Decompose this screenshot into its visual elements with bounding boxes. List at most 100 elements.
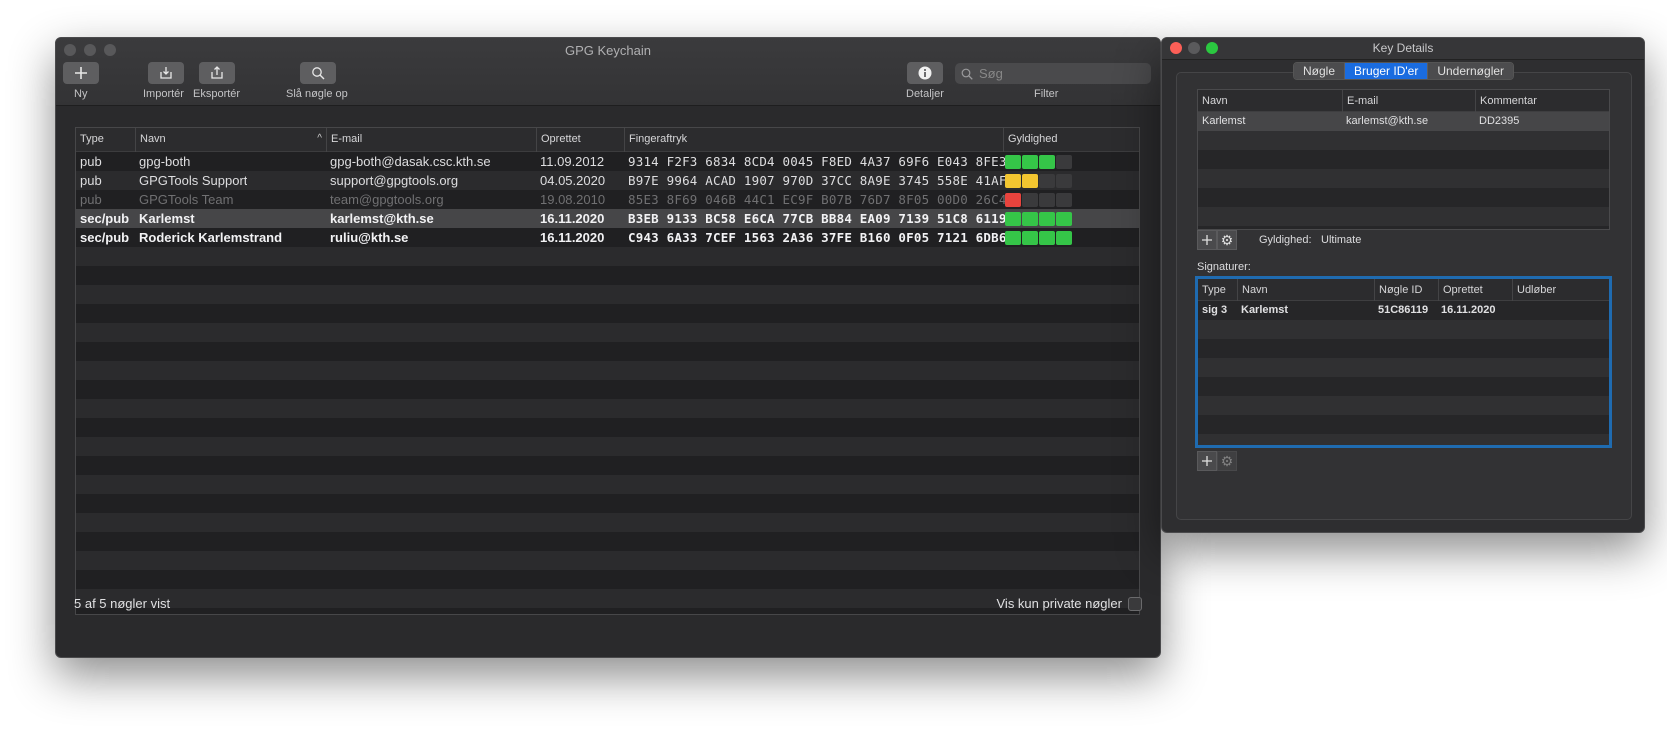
validity-indicator xyxy=(1005,174,1072,188)
column-header-created[interactable]: Oprettet xyxy=(1438,279,1512,301)
empty-row xyxy=(1198,320,1609,339)
search-input[interactable] xyxy=(979,66,1139,81)
keys-table[interactable]: Type Navn ^ E-mail Oprettet Fingeraftryk … xyxy=(75,127,1140,615)
cell-fingerprint: C943 6A33 7CEF 1563 2A36 37FE B160 0F05 … xyxy=(628,230,1007,245)
empty-row xyxy=(76,513,1139,532)
table-row[interactable]: pub GPGTools Team team@gpgtools.org 19.0… xyxy=(76,190,1139,209)
window-title: GPG Keychain xyxy=(565,43,651,58)
validity-segment xyxy=(1056,193,1072,207)
new-key-button[interactable] xyxy=(63,62,99,84)
table-row[interactable]: sec/pub Roderick Karlemstrand ruliu@kth.… xyxy=(76,228,1139,247)
table-row[interactable]: Karlemst karlemst@kth.se DD2395 xyxy=(1198,112,1609,131)
plus-icon xyxy=(1202,235,1212,245)
column-header-key-id[interactable]: Nøgle ID xyxy=(1374,279,1438,301)
add-signature-button[interactable] xyxy=(1197,451,1217,471)
column-header-validity[interactable]: Gyldighed xyxy=(1003,128,1139,152)
validity-segment xyxy=(1005,155,1021,169)
validity-segment xyxy=(1056,212,1072,226)
empty-row xyxy=(76,247,1139,266)
cell-fingerprint: 85E3 8F69 046B 44C1 EC9F B07B 76D7 8F05 … xyxy=(628,192,1007,207)
validity-segment xyxy=(1005,231,1021,245)
empty-row xyxy=(76,380,1139,399)
empty-row xyxy=(1198,131,1609,150)
user-id-table[interactable]: Navn E-mail Kommentar Karlemst karlemst@… xyxy=(1197,89,1610,230)
magnifier-icon xyxy=(312,67,325,80)
cell-created: 16.11.2020 xyxy=(540,211,605,226)
key-count-status: 5 af 5 nøgler vist xyxy=(74,596,171,611)
info-icon xyxy=(918,66,932,80)
validity-value: Ultimate xyxy=(1321,234,1362,246)
empty-row xyxy=(76,494,1139,513)
details-button[interactable] xyxy=(907,62,943,84)
lookup-key-button[interactable] xyxy=(300,62,336,84)
cell-created: 19.08.2010 xyxy=(540,192,606,207)
column-header-name-label: Navn xyxy=(140,133,166,145)
validity-indicator xyxy=(1005,155,1072,169)
empty-row xyxy=(76,266,1139,285)
empty-row xyxy=(76,399,1139,418)
search-icon xyxy=(961,68,973,80)
signature-actions-button[interactable]: ⚙ xyxy=(1217,451,1237,471)
plus-icon xyxy=(1202,456,1212,466)
keys-table-body: pub gpg-both gpg-both@dasak.csc.kth.se 1… xyxy=(76,152,1139,614)
validity-segment xyxy=(1022,174,1038,188)
import-button[interactable] xyxy=(148,62,184,84)
cell-name: GPGTools Team xyxy=(139,192,234,207)
column-header-fingerprint[interactable]: Fingeraftryk xyxy=(624,128,1003,152)
search-field[interactable] xyxy=(955,63,1151,84)
key-details-window: Key Details Nøgle Bruger ID'er Undernøgl… xyxy=(1161,37,1645,533)
private-only-checkbox[interactable] xyxy=(1128,596,1142,611)
empty-row xyxy=(1198,358,1609,377)
table-row[interactable]: pub gpg-both gpg-both@dasak.csc.kth.se 1… xyxy=(76,152,1139,171)
column-header-type[interactable]: Type xyxy=(76,128,135,152)
tab-user-ids[interactable]: Bruger ID'er xyxy=(1344,63,1428,79)
empty-row xyxy=(76,342,1139,361)
export-button[interactable] xyxy=(199,62,235,84)
cell-email: ruliu@kth.se xyxy=(330,230,409,245)
validity-segment xyxy=(1022,193,1038,207)
cell-fingerprint: B97E 9964 ACAD 1907 970D 37CC 8A9E 3745 … xyxy=(628,173,1007,188)
empty-row xyxy=(76,475,1139,494)
column-header-name[interactable]: Navn xyxy=(1237,279,1374,301)
validity-segment xyxy=(1039,174,1055,188)
empty-row xyxy=(76,418,1139,437)
column-header-email[interactable]: E-mail xyxy=(1342,90,1475,112)
column-header-email[interactable]: E-mail xyxy=(326,128,536,152)
tab-subkeys[interactable]: Undernøgler xyxy=(1427,63,1514,79)
table-row[interactable]: sig 3 Karlemst 51C86119 16.11.2020 xyxy=(1198,301,1609,320)
new-key-label: Ny xyxy=(74,88,88,100)
column-header-created[interactable]: Oprettet xyxy=(536,128,624,152)
cell-name: GPGTools Support xyxy=(139,173,248,188)
column-header-name[interactable]: Navn xyxy=(1198,90,1342,112)
empty-row xyxy=(76,285,1139,304)
add-user-id-button[interactable] xyxy=(1197,230,1217,250)
user-id-table-body: Karlemst karlemst@kth.se DD2395 xyxy=(1198,112,1609,226)
user-id-actions-button[interactable]: ⚙ xyxy=(1217,230,1237,250)
cell-created: 16.11.2020 xyxy=(540,230,605,245)
table-row[interactable]: sec/pub Karlemst karlemst@kth.se 16.11.2… xyxy=(76,209,1139,228)
cell-name: Karlemst xyxy=(139,211,195,226)
cell-type: pub xyxy=(80,192,102,207)
column-header-name[interactable]: Navn ^ xyxy=(135,128,326,152)
column-header-comment[interactable]: Kommentar xyxy=(1475,90,1609,112)
column-header-type[interactable]: Type xyxy=(1198,279,1237,301)
tab-key[interactable]: Nøgle xyxy=(1294,63,1345,79)
cell-type: pub xyxy=(80,173,102,188)
validity-segment xyxy=(1039,193,1055,207)
cell-email: karlemst@kth.se xyxy=(1346,115,1429,127)
gear-icon: ⚙ xyxy=(1220,453,1234,469)
filter-label: Filter xyxy=(1034,88,1059,100)
private-only-toggle[interactable]: Vis kun private nøgler xyxy=(997,596,1142,611)
details-titlebar: Key Details xyxy=(1162,38,1644,60)
details-label: Detaljer xyxy=(906,88,944,100)
cell-comment: DD2395 xyxy=(1479,115,1520,127)
column-header-expires[interactable]: Udløber xyxy=(1512,279,1609,301)
lookup-key-label: Slå nøgle op xyxy=(286,88,348,100)
table-row[interactable]: pub GPGTools Support support@gpgtools.or… xyxy=(76,171,1139,190)
signatures-table[interactable]: Type Navn Nøgle ID Oprettet Udløber sig … xyxy=(1195,276,1612,448)
validity-segment xyxy=(1039,212,1055,226)
keys-table-header: Type Navn ^ E-mail Oprettet Fingeraftryk … xyxy=(76,128,1139,152)
gpg-keychain-window: GPG Keychain Ny Importér Eksportér Slå n… xyxy=(55,37,1161,658)
empty-row xyxy=(76,589,1139,608)
validity-segment xyxy=(1056,231,1072,245)
